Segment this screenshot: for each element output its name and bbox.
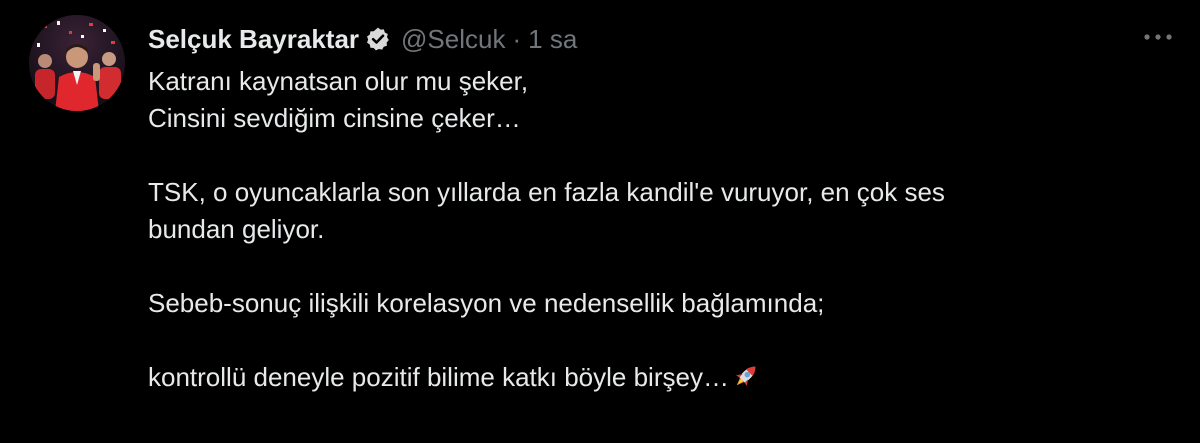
- avatar[interactable]: [29, 15, 125, 111]
- tweet-line: TSK, o oyuncaklarla son yıllarda en fazl…: [148, 177, 945, 207]
- tweet-line-last: kontrollü deneyle pozitif bilime katkı b…: [148, 359, 1178, 396]
- avatar-image: [29, 15, 125, 111]
- author-display-name[interactable]: Selçuk Bayraktar: [148, 24, 359, 55]
- tweet-line: bundan geliyor.: [148, 214, 325, 244]
- tweet-line: Cinsini sevdiğim cinsine çeker…: [148, 103, 521, 133]
- tweet-line-text: kontrollü deneyle pozitif bilime katkı b…: [148, 362, 729, 392]
- tweet-text: Katranı kaynatsan olur mu şeker, Cinsini…: [148, 63, 1178, 396]
- tweet-line: Sebeb-sonuç ilişkili korelasyon ve neden…: [148, 288, 825, 318]
- separator-dot: ·: [512, 23, 522, 54]
- tweet-line: Katranı kaynatsan olur mu şeker,: [148, 66, 529, 96]
- author-handle[interactable]: @Selcuk: [401, 24, 505, 55]
- more-dots-icon: [1144, 34, 1172, 40]
- more-options-button[interactable]: [1136, 22, 1180, 52]
- tweet-header: Selçuk Bayraktar @Selcuk · 1 sa: [148, 21, 577, 57]
- tweet[interactable]: Selçuk Bayraktar @Selcuk · 1 sa Katranı …: [0, 0, 1200, 443]
- timestamp[interactable]: 1 sa: [528, 24, 577, 55]
- rocket-icon: [731, 361, 761, 391]
- verified-badge-icon: [365, 26, 391, 52]
